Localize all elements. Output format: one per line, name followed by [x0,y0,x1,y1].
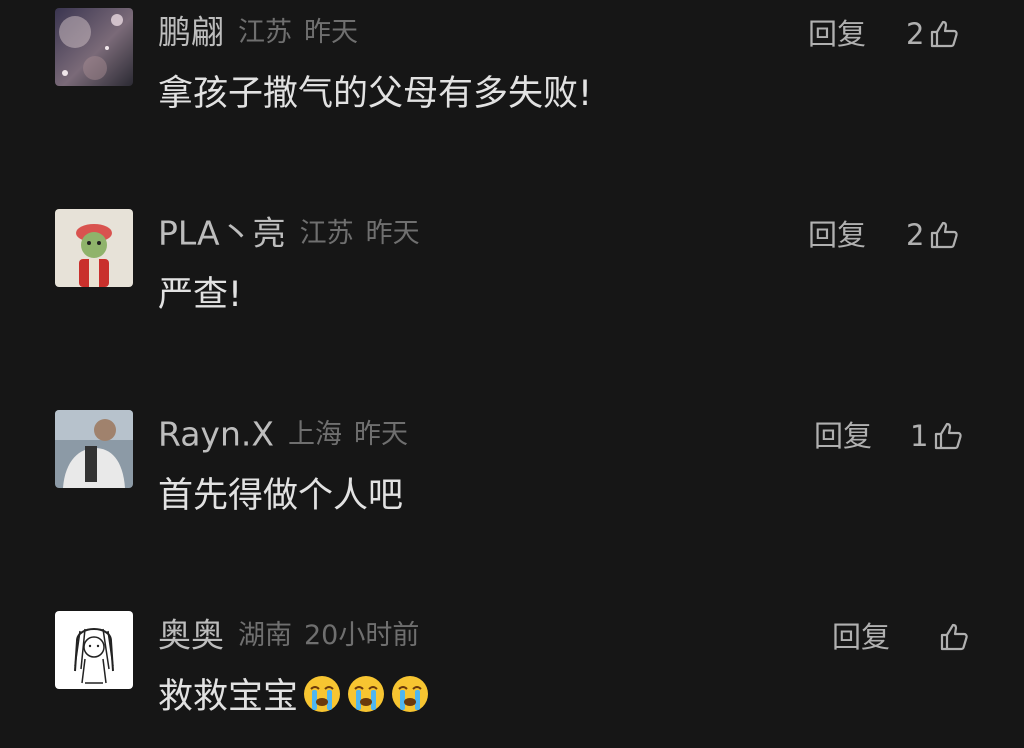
username[interactable]: 鹏翩 [158,13,224,52]
comment-meta: Rayn.X 上海 昨天 [158,412,408,456]
avatar[interactable] [55,611,133,689]
sketch-girl-avatar-icon [55,611,133,689]
comment-meta: 鹏翩 江苏 昨天 [158,10,358,54]
comment-item: 奥奥 湖南 20小时前 救救宝宝 回复 [0,603,1024,723]
reply-button[interactable]: 回复 [808,14,866,54]
like-button[interactable]: 2 [906,215,960,255]
like-button[interactable]: 2 [906,14,960,54]
timestamp: 昨天 [365,217,420,249]
avatar[interactable] [55,209,133,287]
thumbs-up-icon [928,219,960,251]
night-sky-avatar-icon [55,8,133,86]
location: 湖南 [238,619,292,651]
cartoon-character-avatar-icon [55,209,133,287]
reply-button[interactable]: 回复 [808,215,866,255]
location: 江苏 [238,16,292,48]
timestamp: 昨天 [353,418,408,450]
location: 江苏 [299,217,354,249]
reply-button[interactable]: 回复 [832,617,890,657]
comment-item: Rayn.X 上海 昨天 首先得做个人吧 回复 1 [0,402,1024,522]
timestamp: 20小时前 [304,619,420,651]
comment-list: 鹏翩江苏昨天 拿孩子撒气的父母有多失败! 回复 2 PLA丶亮江苏昨天 [0,0,1024,748]
username[interactable]: Rayn.X [158,415,274,454]
username[interactable]: PLA丶亮 [158,214,286,253]
thumbs-up-icon [938,621,970,653]
crying-face-emoji-icon [342,676,386,717]
person-photo-avatar-icon [55,410,133,488]
comment-text: 救救宝宝 [158,673,430,721]
comment-item: 鹏翩 江苏 昨天 拿孩子撒气的父母有多失败! 回复 2 [0,0,1024,120]
crying-face-emoji-icon [386,676,430,717]
thumbs-up-icon [932,420,964,452]
timestamp: 昨天 [304,16,358,48]
like-count: 2 [906,17,925,51]
comment-meta: 奥奥 湖南 20小时前 [158,613,419,657]
like-count: 1 [910,419,929,453]
thumbs-up-icon [928,18,960,50]
comment-meta: PLA丶亮 江苏 昨天 [158,211,420,255]
like-button[interactable] [934,617,970,657]
comment-text: 严查! [158,275,243,315]
comment-text: 拿孩子撒气的父母有多失败! [158,74,593,114]
avatar[interactable] [55,410,133,488]
crying-face-emoji-icon [298,676,342,717]
like-button[interactable]: 1 [910,416,964,456]
avatar[interactable] [55,8,133,86]
comment-item: PLA丶亮 江苏 昨天 严查! 回复 2 [0,201,1024,321]
like-count: 2 [906,218,925,252]
username[interactable]: 奥奥 [158,616,224,655]
comment-text: 首先得做个人吧 [158,476,404,516]
reply-button[interactable]: 回复 [814,416,872,456]
comment-text-content: 救救宝宝 [158,677,299,717]
location: 上海 [287,418,342,450]
